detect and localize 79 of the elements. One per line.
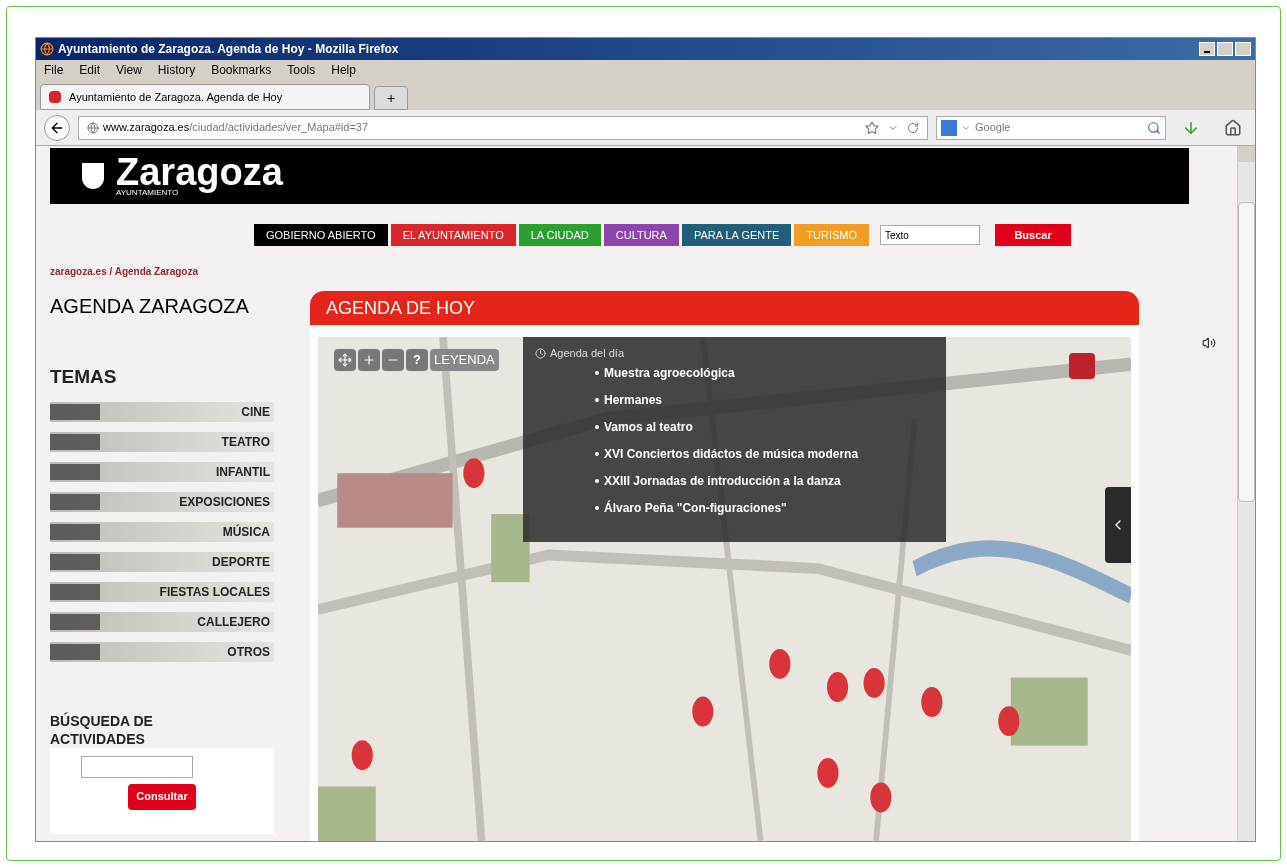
bullet-icon	[595, 505, 599, 510]
help-button[interactable]: ?	[406, 349, 428, 371]
city-crest-icon	[82, 163, 104, 189]
topic-link[interactable]: OTROS	[50, 641, 274, 662]
bullet-icon	[595, 397, 599, 402]
topic-link[interactable]: FIESTAS LOCALES	[50, 581, 274, 602]
zoom-in-button[interactable]	[358, 349, 380, 371]
address-bar[interactable]: www.zaragoza.es/ciudad/actividades/ver_Mapa#id=37	[78, 115, 928, 140]
new-tab-button[interactable]: +	[374, 86, 408, 110]
search-field[interactable]: Google	[936, 115, 1166, 140]
scrollbar[interactable]	[1237, 146, 1255, 841]
nav-link[interactable]: GOBIERNO ABIERTO	[254, 224, 388, 246]
menu-item[interactable]: Bookmarks	[211, 61, 272, 79]
topic-image-icon	[50, 463, 100, 480]
topic-link[interactable]: INFANTIL	[50, 461, 274, 482]
move-icon	[338, 353, 352, 367]
legend-button[interactable]: LEYENDA	[430, 349, 499, 371]
topic-image-icon	[50, 403, 100, 420]
topic-image-icon	[50, 553, 100, 570]
speaker-icon[interactable]	[1202, 336, 1216, 350]
agenda-header: AGENDA DE HOY	[310, 291, 1139, 325]
bullet-icon	[595, 424, 599, 429]
menu-item[interactable]: Edit	[79, 61, 101, 79]
event-link[interactable]: XXIII Jornadas de introducción a la danza	[604, 471, 841, 490]
zoom-out-button[interactable]	[382, 349, 404, 371]
browser-logo-icon	[40, 42, 54, 56]
bullet-icon	[595, 370, 599, 375]
topic-link[interactable]: EXPOSICIONES	[50, 491, 274, 512]
close-button[interactable]	[1235, 42, 1251, 56]
home-icon[interactable]	[1224, 118, 1242, 137]
event-link[interactable]: Muestra agroecológica	[604, 363, 735, 382]
nav-link[interactable]: EL AYUNTAMIENTO	[390, 224, 516, 246]
menu-item[interactable]: View	[116, 61, 142, 79]
topic-link[interactable]: CALLEJERO	[50, 611, 274, 632]
menu-item[interactable]: Help	[331, 61, 356, 79]
menu-item[interactable]: File	[44, 61, 64, 79]
consultar-button[interactable]: Consultar	[128, 783, 196, 810]
section-title: BÚSQUEDA DE ACTIVIDADES	[50, 711, 154, 748]
nav-link[interactable]: PARA LA GENTE	[681, 224, 792, 246]
event-link[interactable]: Vamos al teatro	[604, 417, 693, 436]
popup-title: Agenda del día	[550, 346, 624, 361]
window-title: Ayuntamiento de Zaragoza. Agenda de Hoy - Mozilla Firefox	[58, 41, 399, 58]
site-favicon-icon	[49, 91, 61, 103]
nav-link[interactable]: CULTURA	[603, 224, 679, 246]
browser-tab[interactable]: Ayuntamiento de Zaragoza. Agenda de Hoy	[40, 84, 370, 110]
clock-icon	[535, 347, 546, 359]
topic-link[interactable]: MÚSICA	[50, 521, 274, 542]
event-link[interactable]: XVI Conciertos didáctos de música moderna	[604, 444, 859, 463]
topic-image-icon	[50, 583, 100, 600]
back-button[interactable]	[44, 114, 70, 141]
topic-image-icon	[50, 643, 100, 660]
minimize-icon	[1204, 51, 1210, 53]
pan-button[interactable]	[334, 349, 356, 371]
topic-link[interactable]: CINE	[50, 401, 274, 422]
topic-image-icon	[50, 433, 100, 450]
section-title: TEMAS	[50, 365, 118, 389]
topic-image-icon	[50, 523, 100, 540]
topic-image-icon	[50, 493, 100, 510]
page-title: AGENDA ZARAGOZA	[50, 294, 250, 319]
site-search-field[interactable]: Texto	[880, 225, 981, 245]
activity-search-field[interactable]	[81, 755, 193, 778]
topic-image-icon	[50, 613, 100, 630]
buscar-button[interactable]: Buscar	[995, 224, 1072, 246]
topic-link[interactable]: DEPORTE	[50, 551, 274, 572]
search-engine-icon	[941, 119, 957, 136]
event-link[interactable]: Álvaro Peña "Con-figuraciones"	[604, 498, 787, 517]
bullet-icon	[595, 478, 599, 483]
plus-icon	[362, 353, 376, 367]
topic-link[interactable]: TEATRO	[50, 431, 274, 452]
breadcrumb[interactable]: zaragoza.es / Agenda Zaragoza	[50, 264, 290, 279]
minimize-button[interactable]	[1199, 42, 1215, 56]
globe-icon	[87, 121, 99, 134]
bookmark-star-icon[interactable]	[865, 120, 879, 135]
reload-icon[interactable]	[907, 121, 919, 134]
search-icon[interactable]	[1147, 120, 1161, 135]
menu-item[interactable]: Tools	[287, 61, 316, 79]
menu-item[interactable]: History	[157, 61, 196, 79]
bullet-icon	[595, 451, 599, 456]
event-link[interactable]: Hermanes	[604, 390, 663, 409]
